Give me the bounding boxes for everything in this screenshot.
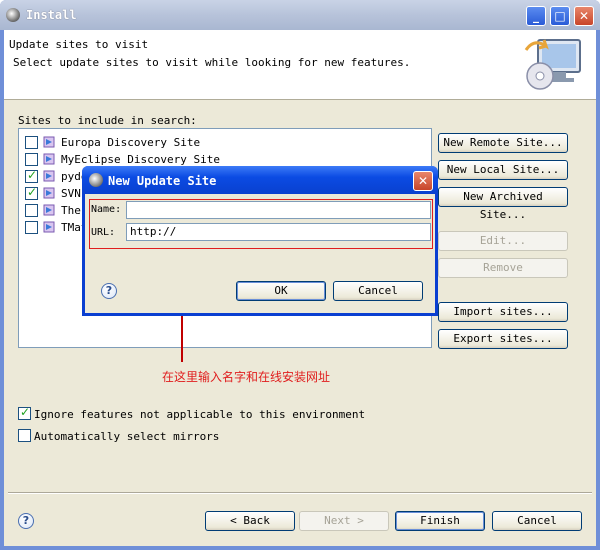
help-icon[interactable]: ? <box>101 283 117 299</box>
new-remote-site-button[interactable]: New Remote Site... <box>438 133 568 153</box>
site-label: MyEclipse Discovery Site <box>61 153 220 166</box>
close-button[interactable]: ✕ <box>574 6 594 26</box>
remove-button[interactable]: Remove <box>438 258 568 278</box>
update-site-icon <box>43 136 55 148</box>
site-checkbox[interactable] <box>25 221 38 234</box>
name-label: Name: <box>91 204 122 215</box>
wizard-header: Update sites to visit Select update site… <box>4 30 596 100</box>
cancel-button[interactable]: Cancel <box>492 511 582 531</box>
site-label: The <box>61 204 81 217</box>
url-field[interactable]: http:// <box>126 223 431 241</box>
ok-button[interactable]: OK <box>236 281 326 301</box>
window-title: Install <box>26 8 77 22</box>
auto-mirrors-label: Automatically select mirrors <box>34 430 220 443</box>
page-title: Update sites to visit <box>9 38 149 51</box>
update-site-icon <box>43 204 55 216</box>
update-site-icon <box>43 221 55 233</box>
new-archived-site-button[interactable]: New Archived Site... <box>438 187 568 221</box>
install-wizard-icon <box>524 39 581 90</box>
dialog-body: Name: URL: http:// ? OK Cancel <box>85 194 435 313</box>
window-titlebar[interactable]: Install _ □ ✕ <box>0 0 600 30</box>
site-checkbox[interactable] <box>25 153 38 166</box>
list-item[interactable]: MyEclipse Discovery Site <box>25 151 425 167</box>
minimize-button[interactable]: _ <box>526 6 546 26</box>
name-field[interactable] <box>126 201 431 219</box>
new-update-site-dialog: New Update Site ✕ Name: URL: http:// ? O… <box>82 166 438 316</box>
annotation-text: 在这里输入名字和在线安装网址 <box>162 370 331 384</box>
site-label: SVN <box>61 187 81 200</box>
page-description: Select update sites to visit while looki… <box>13 56 411 69</box>
update-site-icon <box>43 153 55 165</box>
edit-button[interactable]: Edit... <box>438 231 568 251</box>
next-button[interactable]: Next > <box>299 511 389 531</box>
new-local-site-button[interactable]: New Local Site... <box>438 160 568 180</box>
export-sites-button[interactable]: Export sites... <box>438 329 568 349</box>
list-item[interactable]: Europa Discovery Site <box>25 134 425 150</box>
footer-separator <box>8 492 592 494</box>
back-button[interactable]: < Back <box>205 511 295 531</box>
url-label: URL: <box>91 227 116 238</box>
sites-label: Sites to include in search: <box>18 114 197 127</box>
import-sites-button[interactable]: Import sites... <box>438 302 568 322</box>
help-icon[interactable]: ? <box>18 513 34 529</box>
eclipse-icon <box>6 8 20 22</box>
update-site-icon <box>43 187 55 199</box>
site-checkbox[interactable] <box>25 204 38 217</box>
update-site-icon <box>43 170 55 182</box>
site-label: Europa Discovery Site <box>61 136 201 149</box>
dialog-titlebar[interactable]: New Update Site ✕ <box>82 166 438 194</box>
maximize-button[interactable]: □ <box>550 6 570 26</box>
ignore-features-label: Ignore features not applicable to this e… <box>34 408 366 421</box>
dialog-cancel-button[interactable]: Cancel <box>333 281 423 301</box>
site-checkbox[interactable] <box>25 136 38 149</box>
dialog-close-button[interactable]: ✕ <box>413 171 433 191</box>
auto-mirrors-checkbox[interactable] <box>18 429 31 442</box>
site-checkbox[interactable] <box>25 185 38 200</box>
dialog-title: New Update Site <box>108 174 217 188</box>
finish-button[interactable]: Finish <box>395 511 485 531</box>
ignore-features-checkbox[interactable] <box>18 405 31 420</box>
site-checkbox[interactable] <box>25 168 38 183</box>
eclipse-icon <box>89 173 103 187</box>
